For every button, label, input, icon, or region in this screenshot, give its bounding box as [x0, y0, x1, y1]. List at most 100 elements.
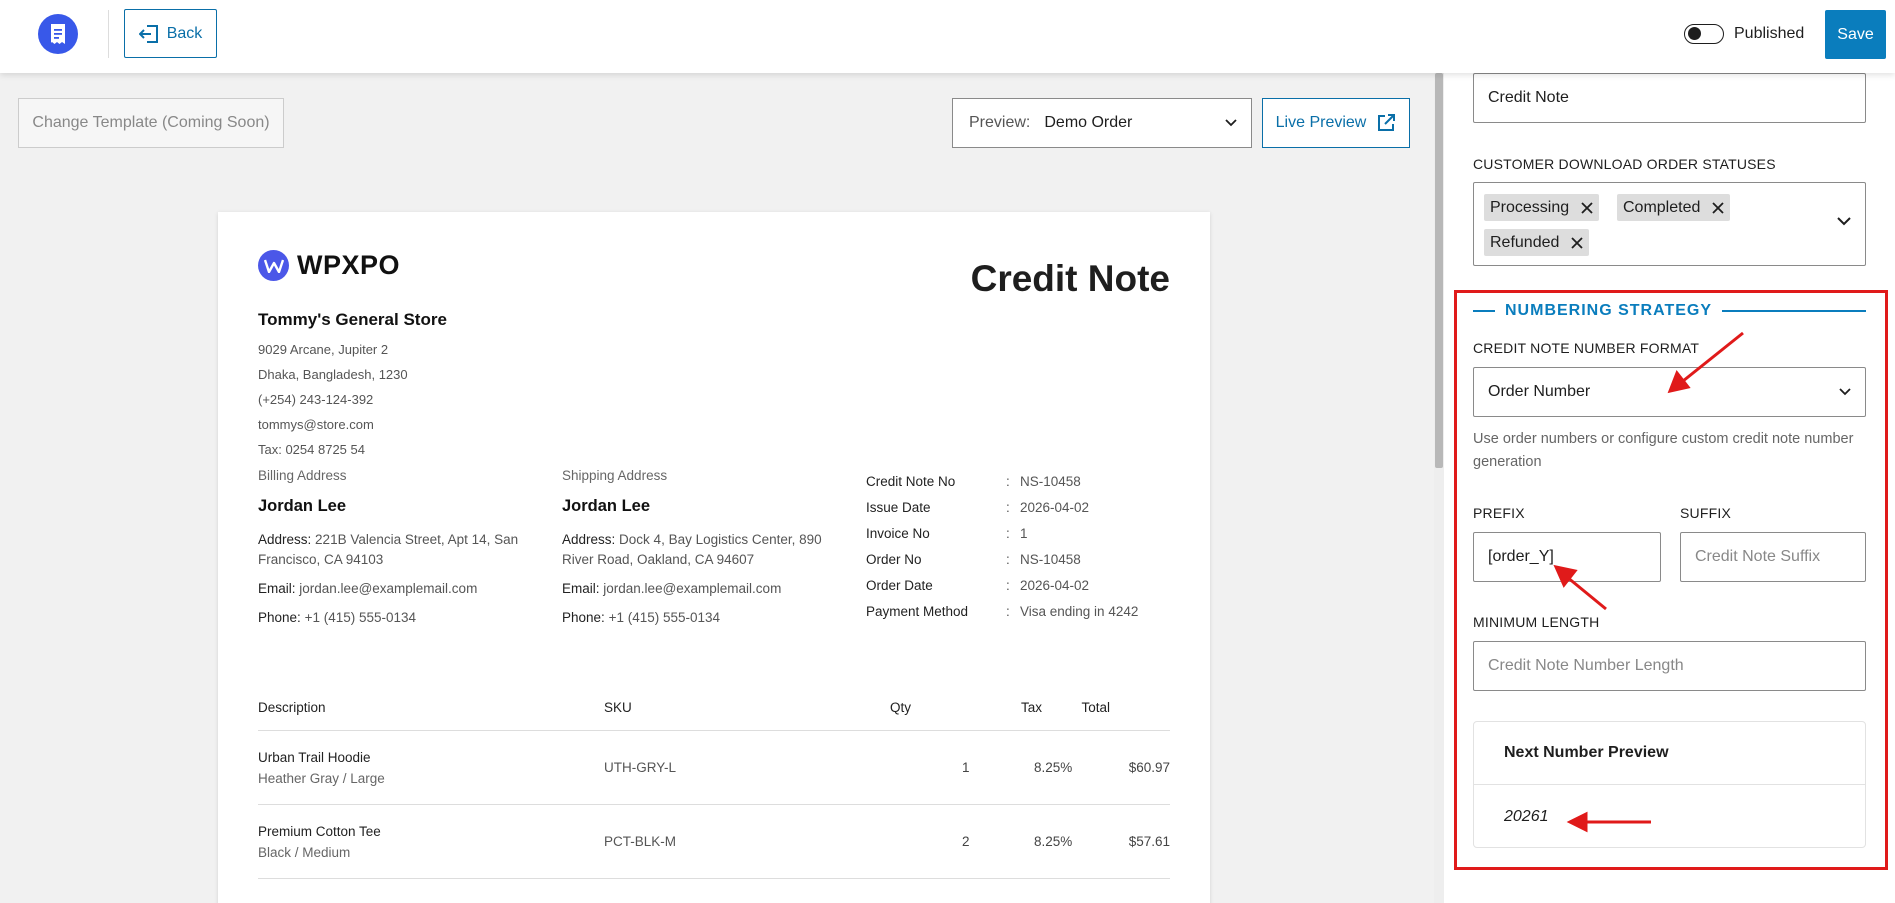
credit-note-meta: Credit Note No: NS-10458 Issue Date:2026-… — [866, 468, 1138, 624]
item-sku: PCT-BLK-M — [604, 834, 677, 849]
item-total: $57.61 — [1128, 834, 1170, 849]
preview-select-label: Preview: — [969, 114, 1031, 131]
main-scrollbar[interactable] — [1434, 73, 1444, 903]
chevron-down-icon — [1839, 388, 1851, 396]
app-logo[interactable] — [38, 14, 78, 54]
billing-name: Jordan Lee — [258, 497, 347, 515]
number-format-select[interactable]: Order Number — [1473, 367, 1866, 417]
document-title: Credit Note — [970, 258, 1170, 299]
store-address: 9029 Arcane, Jupiter 2 Dhaka, Bangladesh… — [258, 337, 408, 462]
meta-row: Order Date:2026-04-02 — [866, 577, 1090, 593]
item-name: Urban Trail Hoodie — [258, 749, 371, 765]
scrollbar-thumb[interactable] — [1435, 73, 1443, 468]
brand: WPXPO — [258, 250, 400, 281]
meta-row: Invoice No:1 — [866, 525, 1028, 541]
store-line: Tax: 0254 8725 54 — [258, 442, 365, 457]
suffix-placeholder: Credit Note Suffix — [1695, 548, 1821, 565]
settings-sidebar: Credit Note CUSTOMER DOWNLOAD ORDER STAT… — [1444, 73, 1895, 903]
toggle-knob — [1688, 27, 1701, 40]
next-preview-label: Next Number Preview — [1474, 722, 1865, 785]
close-icon[interactable] — [1712, 201, 1725, 214]
suffix-input[interactable]: Credit Note Suffix — [1680, 532, 1866, 582]
item-qty: 2 — [962, 834, 970, 849]
item-qty: 1 — [962, 760, 970, 775]
preview-select-value: Demo Order — [1044, 114, 1133, 131]
min-length-label: MINIMUM LENGTH — [1473, 614, 1600, 630]
meta-row: Payment Method: Visa ending in 4242 — [866, 603, 1139, 619]
chip-label: Completed — [1623, 198, 1701, 216]
shipping-heading: Shipping Address — [562, 468, 668, 483]
format-label: CREDIT NOTE NUMBER FORMAT — [1473, 340, 1700, 356]
next-number-preview-card: Next Number Preview 20261 — [1473, 721, 1866, 848]
billing-phone-line: Phone: +1 (415) 555-0134 — [258, 610, 417, 625]
shipping-email-line: Email: jordan.lee@examplemail.com — [562, 581, 782, 596]
shipping-phone-line: Phone: +1 (415) 555-0134 — [562, 610, 721, 625]
credit-note-document: WPXPO Credit Note Tommy's General Store … — [218, 212, 1210, 903]
min-length-placeholder: Credit Note Number Length — [1488, 657, 1684, 674]
shipping-name: Jordan Lee — [562, 497, 651, 515]
status-chip: Processing — [1484, 194, 1600, 221]
meta-row: Issue Date:2026-04-02 — [866, 499, 1090, 515]
billing-address: Billing Address Jordan Lee Address: 221B… — [258, 468, 548, 637]
back-arrow-icon — [138, 24, 158, 43]
meta-row: Credit Note No: NS-10458 — [866, 473, 1081, 489]
format-value: Order Number — [1488, 383, 1591, 400]
shipping-address-line: Address: Dock 4, Bay Logistics Center, 8… — [562, 532, 822, 567]
wpxpo-logo-icon — [258, 250, 289, 281]
published-toggle[interactable] — [1684, 24, 1724, 44]
title-input[interactable]: Credit Note — [1473, 73, 1866, 123]
col-tax: Tax — [1020, 700, 1042, 715]
top-bar: Back Published Save — [0, 0, 1895, 73]
chip-label: Processing — [1490, 198, 1570, 216]
preview-order-select[interactable]: Preview: Demo Order — [952, 98, 1252, 148]
change-template-button[interactable]: Change Template (Coming Soon) — [18, 98, 284, 148]
prefix-label: PREFIX — [1473, 505, 1525, 521]
live-preview-button[interactable]: Live Preview — [1262, 98, 1410, 148]
item-sku: UTH-GRY-L — [604, 760, 677, 775]
format-help-text: Use order numbers or configure custom cr… — [1473, 431, 1854, 470]
suffix-label: SUFFIX — [1680, 505, 1731, 521]
col-total: Total — [1081, 700, 1110, 715]
billing-heading: Billing Address — [258, 468, 347, 483]
divider — [108, 10, 109, 58]
item-variant: Heather Gray / Large — [258, 770, 385, 786]
item-tax: 8.25% — [1034, 760, 1073, 775]
item-name: Premium Cotton Tee — [258, 823, 381, 839]
back-button[interactable]: Back — [124, 9, 217, 58]
min-length-input[interactable]: Credit Note Number Length — [1473, 641, 1866, 691]
store-line: Dhaka, Bangladesh, 1230 — [258, 367, 408, 382]
status-chip: Refunded — [1484, 229, 1590, 256]
live-preview-label: Live Preview — [1275, 114, 1367, 131]
main-preview-area: Change Template (Coming Soon) Preview: D… — [0, 73, 1434, 903]
next-preview-value: 20261 — [1504, 807, 1549, 825]
chip-label: Refunded — [1490, 233, 1560, 251]
item-tax: 8.25% — [1034, 834, 1073, 849]
chevron-down-icon[interactable] — [1837, 217, 1851, 226]
external-link-icon — [1378, 114, 1396, 131]
save-button[interactable]: Save — [1825, 10, 1886, 59]
store-line: (+254) 243-124-392 — [258, 392, 374, 407]
items-table: Description SKU Qty Tax Total Urban Trai… — [258, 693, 1170, 879]
numbering-strategy-heading: NUMBERING STRATEGY — [1473, 299, 1866, 323]
prefix-input[interactable]: [order_Y] — [1473, 532, 1661, 582]
close-icon[interactable] — [1581, 201, 1593, 214]
billing-email-line: Email: jordan.lee@examplemail.com — [258, 581, 478, 596]
col-sku: SKU — [604, 700, 632, 715]
table-row: Urban Trail Hoodie Heather Gray / Large … — [258, 731, 1170, 805]
store-line: 9029 Arcane, Jupiter 2 — [258, 342, 389, 357]
item-total: $60.97 — [1128, 760, 1170, 775]
store-line: tommys@store.com — [258, 417, 374, 432]
chevron-down-icon — [1225, 119, 1237, 127]
order-statuses-select[interactable]: Processing Completed Refunded — [1473, 182, 1866, 266]
col-qty: Qty — [890, 700, 912, 715]
brand-name: WPXPO — [297, 250, 401, 280]
billing-address-line: Address: 221B Valencia Street, Apt 14, S… — [258, 532, 519, 567]
shipping-address: Shipping Address Jordan Lee Address: Doc… — [562, 468, 852, 637]
item-variant: Black / Medium — [258, 844, 351, 860]
published-label: Published — [1734, 25, 1805, 42]
store-name: Tommy's General Store — [258, 310, 447, 329]
status-chip: Completed — [1617, 194, 1731, 221]
close-icon[interactable] — [1571, 236, 1584, 249]
col-description: Description — [258, 700, 326, 715]
receipt-icon — [51, 24, 65, 44]
